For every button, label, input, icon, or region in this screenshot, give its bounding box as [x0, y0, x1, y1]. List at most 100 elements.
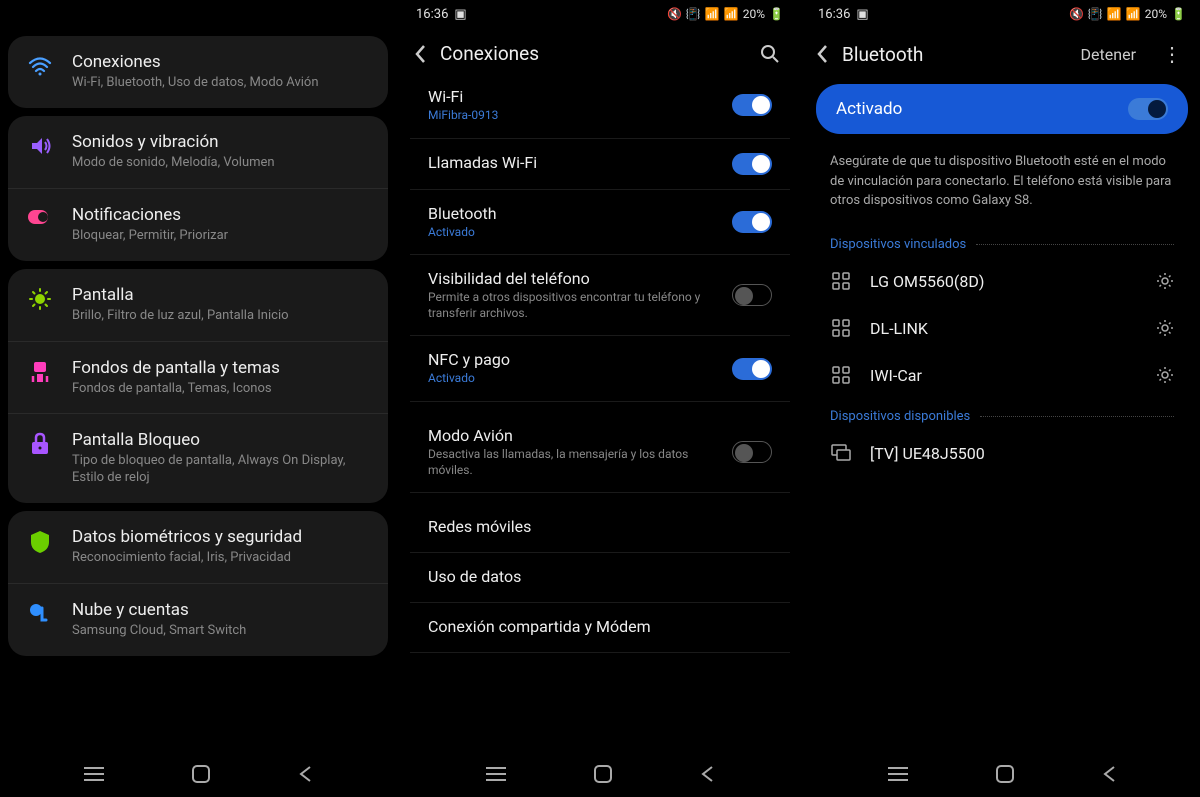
toggle-switch[interactable]	[732, 94, 772, 116]
nav-back[interactable]	[1102, 765, 1116, 783]
status-time: 16:36	[818, 7, 850, 22]
connection-item[interactable]: Visibilidad del teléfonoPermite a otros …	[410, 255, 790, 336]
settings-item-lock[interactable]: Pantalla Bloqueo Tipo de bloqueo de pant…	[8, 414, 388, 503]
connection-item[interactable]: Modo AviónDesactiva las llamadas, la men…	[410, 412, 790, 493]
connection-title: Bluetooth	[428, 204, 720, 223]
search-icon[interactable]	[754, 44, 786, 64]
connection-item[interactable]: Conexión compartida y Módem	[410, 603, 790, 653]
gear-icon[interactable]	[1156, 319, 1174, 337]
bluetooth-active-bar[interactable]: Activado	[816, 84, 1188, 134]
mute-icon: 🔇	[1069, 7, 1084, 21]
signal-icon: 📶	[724, 7, 739, 21]
screenshot-icon: ▣	[856, 7, 868, 22]
nav-bar	[402, 751, 798, 797]
paired-device[interactable]: IWI-Car	[812, 352, 1192, 399]
device-type-icon	[830, 319, 852, 337]
page-header: Bluetooth Detener ⋮	[804, 28, 1200, 74]
settings-subtitle: Modo de sonido, Melodía, Volumen	[72, 155, 370, 172]
toggle-switch[interactable]	[732, 284, 772, 306]
nav-home[interactable]	[594, 765, 612, 783]
settings-title: Nube y cuentas	[72, 600, 370, 620]
paired-device[interactable]: LG OM5560(8D)	[812, 258, 1192, 305]
settings-subtitle: Wi-Fi, Bluetooth, Uso de datos, Modo Avi…	[72, 75, 370, 92]
settings-item-wifi[interactable]: Conexiones Wi-Fi, Bluetooth, Uso de dato…	[8, 36, 388, 108]
connection-item[interactable]: Redes móviles	[410, 503, 790, 553]
toggle-switch[interactable]	[732, 358, 772, 380]
settings-subtitle: Tipo de bloqueo de pantalla, Always On D…	[72, 453, 370, 487]
settings-item-notif[interactable]: Notificaciones Bloquear, Permitir, Prior…	[8, 189, 388, 261]
settings-item-sound[interactable]: Sonidos y vibración Modo de sonido, Melo…	[8, 116, 388, 189]
connection-item[interactable]: Wi-Fi MiFibra-0913	[410, 73, 790, 139]
status-time: 16:36	[416, 7, 448, 22]
back-icon[interactable]	[414, 44, 426, 64]
nav-back[interactable]	[700, 765, 714, 783]
settings-title: Fondos de pantalla y temas	[72, 358, 370, 378]
more-icon[interactable]: ⋮	[1156, 42, 1188, 66]
nav-home[interactable]	[192, 765, 210, 783]
nav-recents[interactable]	[84, 766, 104, 782]
device-type-icon	[830, 272, 852, 290]
nav-recents[interactable]	[888, 766, 908, 782]
connection-item[interactable]: Llamadas Wi-Fi	[410, 139, 790, 190]
display-icon	[26, 287, 54, 311]
notif-icon	[26, 207, 54, 227]
battery-icon: 🔋	[769, 7, 784, 21]
back-icon[interactable]	[816, 44, 828, 64]
settings-subtitle: Bloquear, Permitir, Priorizar	[72, 228, 370, 245]
device-name: [TV] UE48J5500	[870, 444, 1174, 463]
bluetooth-master-toggle[interactable]	[1128, 98, 1168, 120]
connections-screen: 16:36 ▣ 🔇 📳 📶 📶 20% 🔋 Conexiones Wi-Fi Mi…	[402, 0, 798, 797]
gear-icon[interactable]	[1156, 366, 1174, 384]
settings-item-display[interactable]: Pantalla Brillo, Filtro de luz azul, Pan…	[8, 269, 388, 342]
settings-main-screen: Conexiones Wi-Fi, Bluetooth, Uso de dato…	[0, 0, 396, 797]
connection-title: Redes móviles	[428, 517, 772, 536]
bluetooth-active-label: Activado	[836, 99, 902, 119]
device-name: LG OM5560(8D)	[870, 272, 1138, 291]
page-header: Conexiones	[402, 28, 798, 73]
connection-title: Modo Avión	[428, 426, 720, 445]
nav-bar	[804, 751, 1200, 797]
paired-device[interactable]: DL-LINK	[812, 305, 1192, 352]
connection-item[interactable]: Uso de datos	[410, 553, 790, 603]
settings-title: Pantalla Bloqueo	[72, 430, 370, 450]
connection-item[interactable]: NFC y pagoActivado	[410, 336, 790, 402]
bio-icon	[26, 529, 54, 555]
status-bar: 16:36 ▣ 🔇 📳 📶 📶 20% 🔋	[402, 0, 798, 28]
connection-item[interactable]: Bluetooth Activado	[410, 190, 790, 256]
settings-item-bio[interactable]: Datos biométricos y seguridad Reconocimi…	[8, 511, 388, 584]
settings-item-wall[interactable]: Fondos de pantalla y temas Fondos de pan…	[8, 342, 388, 415]
page-title: Conexiones	[440, 42, 740, 65]
lock-icon	[26, 432, 54, 456]
connection-subtitle: Activado	[428, 371, 720, 387]
settings-title: Datos biométricos y seguridad	[72, 527, 370, 547]
nav-recents[interactable]	[486, 766, 506, 782]
toggle-switch[interactable]	[732, 441, 772, 463]
connection-subtitle: Activado	[428, 225, 720, 241]
available-device[interactable]: [TV] UE48J5500	[812, 430, 1192, 477]
stop-button[interactable]: Detener	[1075, 45, 1142, 64]
bluetooth-description: Asegúrate de que tu dispositivo Bluetoot…	[812, 144, 1192, 227]
toggle-switch[interactable]	[732, 153, 772, 175]
screenshot-icon: ▣	[454, 7, 466, 22]
settings-item-cloud[interactable]: Nube y cuentas Samsung Cloud, Smart Swit…	[8, 584, 388, 656]
status-bar: 16:36 ▣ 🔇 📳 📶 📶 20% 🔋	[804, 0, 1200, 28]
device-name: DL-LINK	[870, 319, 1138, 338]
nav-back[interactable]	[298, 765, 312, 783]
nav-home[interactable]	[996, 765, 1014, 783]
connection-title: Visibilidad del teléfono	[428, 269, 720, 288]
page-title: Bluetooth	[842, 43, 1061, 66]
battery-pct: 20%	[1145, 7, 1167, 21]
connection-title: Wi-Fi	[428, 87, 720, 106]
settings-subtitle: Fondos de pantalla, Temas, Iconos	[72, 381, 370, 398]
vibrate-icon: 📳	[1088, 7, 1103, 21]
toggle-switch[interactable]	[732, 211, 772, 233]
wifi-icon: 📶	[1107, 7, 1122, 21]
device-name: IWI-Car	[870, 366, 1138, 385]
battery-icon: 🔋	[1171, 7, 1186, 21]
available-section-label: Dispositivos disponibles	[812, 399, 1192, 430]
gear-icon[interactable]	[1156, 272, 1174, 290]
signal-icon: 📶	[1126, 7, 1141, 21]
connection-subtitle: MiFibra-0913	[428, 108, 720, 124]
connection-title: Conexión compartida y Módem	[428, 617, 772, 636]
paired-section-label: Dispositivos vinculados	[812, 227, 1192, 258]
